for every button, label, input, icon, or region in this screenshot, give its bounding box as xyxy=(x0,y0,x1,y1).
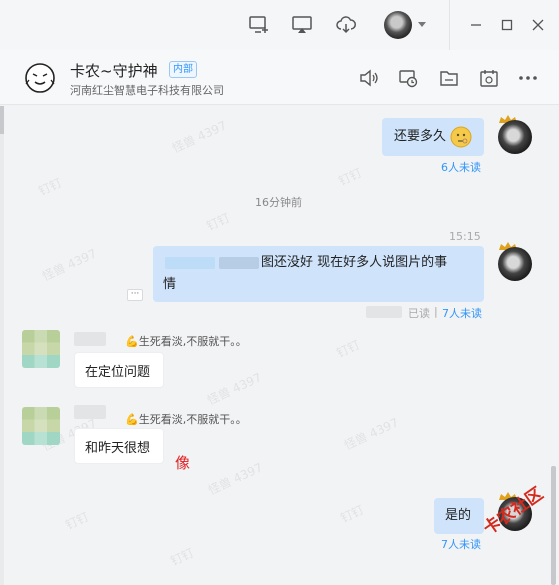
chevron-down-icon[interactable] xyxy=(418,22,426,27)
message-text: 图还没好 现在好多人说图片的事 xyxy=(261,255,448,270)
company-name: 河南红尘智慧电子科技有限公司 xyxy=(70,84,224,97)
add-screen-icon[interactable] xyxy=(248,14,270,36)
message-bubble[interactable]: 和昨天很想 xyxy=(74,428,164,464)
screen-share-icon[interactable] xyxy=(291,14,313,36)
cloud-icon[interactable] xyxy=(335,14,357,36)
more-icon[interactable] xyxy=(517,67,539,89)
chat-title[interactable]: 卡农~守护神 xyxy=(70,60,158,81)
message-bubble[interactable]: 在定位问题 xyxy=(74,352,164,388)
calendar-icon[interactable] xyxy=(478,67,500,89)
read-label[interactable]: 已读 xyxy=(408,305,430,321)
divider xyxy=(449,0,450,50)
maximize-icon[interactable] xyxy=(496,14,518,36)
avatar[interactable] xyxy=(384,11,412,39)
message-more-button[interactable]: ··· xyxy=(127,289,143,301)
close-icon[interactable] xyxy=(527,14,549,36)
avatar[interactable] xyxy=(498,247,532,281)
unread-count[interactable]: 7人未读 xyxy=(441,536,481,552)
avatar[interactable] xyxy=(498,120,532,154)
blurred-mention xyxy=(165,256,215,269)
annotation-text: 像 xyxy=(175,454,191,472)
sender-signature: 💪生死看淡,不服就干。。 xyxy=(125,335,247,348)
unread-count[interactable]: 6人未读 xyxy=(441,159,481,175)
message-scrollbar[interactable] xyxy=(551,466,556,585)
blurred-mention xyxy=(219,256,259,269)
watermark: 钉钉 xyxy=(204,210,233,234)
message-text: 在定位问题 xyxy=(85,365,151,380)
minimize-icon[interactable] xyxy=(465,14,487,36)
status-separator: | xyxy=(434,305,438,318)
scroll-thumb[interactable] xyxy=(0,106,4,134)
blurred-name xyxy=(366,306,402,318)
time-divider: 16分钟前 xyxy=(255,196,302,209)
unread-count[interactable]: 7人未读 xyxy=(442,305,482,321)
watermark: 怪兽 4397 xyxy=(204,370,264,408)
message-text: 是的 xyxy=(445,508,472,523)
message-bubble[interactable]: 图还没好 现在好多人说图片的事 情 xyxy=(153,246,484,302)
window-toolbar xyxy=(0,0,559,50)
message-text-line2: 情 xyxy=(163,277,177,292)
watermark: 怪兽 4397 xyxy=(39,246,99,284)
left-scrollbar[interactable] xyxy=(0,106,4,585)
watermark: 钉钉 xyxy=(336,165,365,189)
history-icon[interactable] xyxy=(397,67,419,89)
message-text: 还要多久 xyxy=(394,129,447,144)
message-bubble[interactable]: 还要多久 xyxy=(382,118,484,156)
sender-signature: 💪生死看淡,不服就干。。 xyxy=(125,413,247,426)
thinking-emoji-icon xyxy=(450,126,472,148)
watermark: 钉钉 xyxy=(63,509,92,533)
blurred-name xyxy=(74,332,106,346)
watermark: 钉钉 xyxy=(36,175,65,199)
sender-avatar[interactable] xyxy=(22,330,60,368)
watermark: 怪兽 4397 xyxy=(205,460,265,498)
message-bubble[interactable]: 是的 xyxy=(434,498,484,534)
watermark: 钉钉 xyxy=(338,502,367,526)
message-text: 和昨天很想 xyxy=(85,441,151,456)
folder-icon[interactable] xyxy=(438,67,460,89)
group-avatar-icon[interactable] xyxy=(24,62,56,94)
watermark: 钉钉 xyxy=(168,545,197,569)
watermark: 怪兽 4397 xyxy=(341,415,401,453)
message-time: 15:15 xyxy=(449,230,481,243)
watermark: 钉钉 xyxy=(334,337,363,361)
sender-avatar[interactable] xyxy=(22,407,60,445)
internal-badge: 内部 xyxy=(169,61,197,78)
chat-header: 卡农~守护神 内部 河南红尘智慧电子科技有限公司 xyxy=(0,50,559,105)
watermark: 怪兽 4397 xyxy=(169,118,229,156)
voice-icon[interactable] xyxy=(357,67,379,89)
blurred-name xyxy=(74,405,106,419)
